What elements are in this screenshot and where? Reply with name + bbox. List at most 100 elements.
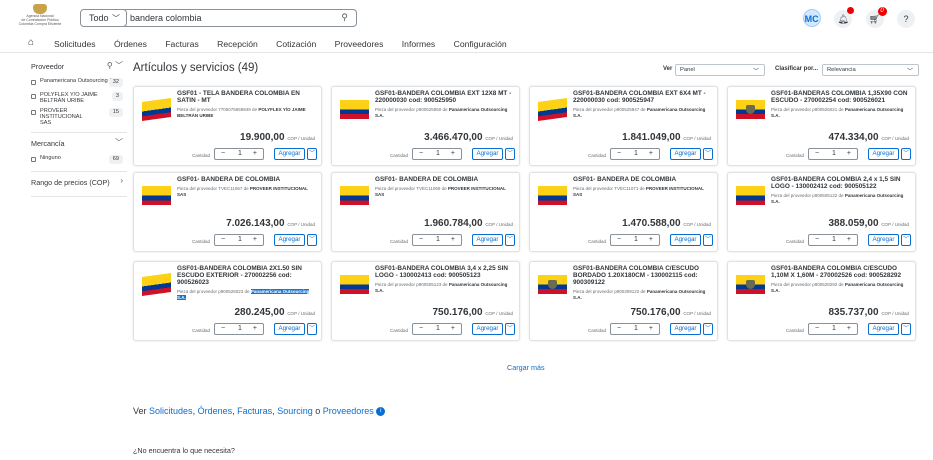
increment-button[interactable]: +	[253, 236, 257, 243]
sort-select[interactable]: Relevancia ﹀	[822, 64, 919, 76]
filter-supplier-item[interactable]: PROVEER INSTITUCIONAL SAS 15	[31, 108, 123, 126]
link-sourcing[interactable]: Sourcing	[277, 406, 313, 416]
nav-configuracion[interactable]: Configuración	[454, 39, 507, 49]
add-to-cart-button[interactable]: Agregar	[868, 234, 899, 246]
quantity-stepper[interactable]: − 1 +	[412, 234, 462, 246]
decrement-button[interactable]: −	[815, 236, 819, 243]
link-ordenes[interactable]: Órdenes	[198, 406, 233, 416]
product-title[interactable]: GSF01-BANDERA COLOMBIA C/ESCUDO BORDADO …	[573, 265, 713, 286]
add-to-cart-button[interactable]: Agregar	[472, 234, 503, 246]
nav-cotizacion[interactable]: Cotización	[276, 39, 316, 49]
increment-button[interactable]: +	[451, 150, 455, 157]
quantity-stepper[interactable]: − 1 +	[214, 323, 264, 335]
add-to-cart-button[interactable]: Agregar	[868, 323, 899, 335]
add-options-dropdown[interactable]: ﹀	[505, 234, 515, 246]
add-options-dropdown[interactable]: ﹀	[703, 323, 713, 335]
add-to-cart-button[interactable]: Agregar	[670, 234, 701, 246]
bell-icon[interactable]: 🔔︎	[834, 7, 855, 28]
product-card[interactable]: GSF01- BANDERA DE COLOMBIA Pieza del prov…	[133, 172, 322, 252]
quantity-value[interactable]: 1	[832, 236, 836, 243]
decrement-button[interactable]: −	[221, 236, 225, 243]
info-icon[interactable]: i	[376, 407, 386, 416]
product-image[interactable]	[340, 186, 369, 205]
decrement-button[interactable]: −	[419, 236, 423, 243]
avatar[interactable]: MC	[802, 9, 821, 27]
add-to-cart-button[interactable]: Agregar	[274, 234, 305, 246]
view-select[interactable]: Panel ﹀	[675, 64, 765, 76]
add-options-dropdown[interactable]: ﹀	[307, 323, 317, 335]
product-card[interactable]: GSF01- BANDERA DE COLOMBIA Pieza del prov…	[529, 172, 718, 252]
product-image[interactable]	[142, 272, 171, 297]
quantity-value[interactable]: 1	[832, 325, 836, 332]
product-card[interactable]: GSF01-BANDERA COLOMBIA C/ESCUDO 1,10M X …	[727, 261, 916, 341]
quantity-value[interactable]: 1	[238, 150, 242, 157]
product-title[interactable]: GSF01- BANDERA DE COLOMBIA	[177, 176, 317, 183]
quantity-value[interactable]: 1	[436, 150, 440, 157]
product-card[interactable]: GSF01-BANDERA COLOMBIA 3,4 x 2,25 SIN LO…	[331, 261, 520, 341]
checkbox[interactable]	[31, 80, 36, 85]
search-icon[interactable]: ⚲	[341, 12, 348, 23]
increment-button[interactable]: +	[253, 150, 257, 157]
decrement-button[interactable]: −	[419, 325, 423, 332]
decrement-button[interactable]: −	[221, 150, 225, 157]
product-title[interactable]: GSF01-BANDERAS COLOMBIA 1,35X90 CON ESCU…	[771, 90, 911, 104]
decrement-button[interactable]: −	[617, 236, 621, 243]
add-to-cart-button[interactable]: Agregar	[670, 323, 701, 335]
product-image[interactable]	[538, 275, 567, 294]
quantity-stepper[interactable]: − 1 +	[808, 234, 858, 246]
add-options-dropdown[interactable]: ﹀	[901, 234, 911, 246]
decrement-button[interactable]: −	[419, 150, 423, 157]
increment-button[interactable]: +	[253, 325, 257, 332]
quantity-value[interactable]: 1	[238, 236, 242, 243]
add-options-dropdown[interactable]: ﹀	[505, 148, 515, 160]
add-to-cart-button[interactable]: Agregar	[472, 323, 503, 335]
filter-supplier-item[interactable]: Panamericana Outsourcing S.A. 32	[31, 78, 127, 88]
help-icon[interactable]: ?	[897, 10, 915, 28]
product-image[interactable]	[538, 97, 567, 122]
quantity-value[interactable]: 1	[634, 325, 638, 332]
home-icon[interactable]: ⌂	[28, 37, 34, 48]
quantity-stepper[interactable]: − 1 +	[214, 234, 264, 246]
nav-solicitudes[interactable]: Solicitudes	[54, 39, 96, 49]
product-image[interactable]	[538, 186, 567, 205]
add-to-cart-button[interactable]: Agregar	[274, 148, 305, 160]
link-facturas[interactable]: Facturas	[237, 406, 272, 416]
add-options-dropdown[interactable]: ﹀	[901, 323, 911, 335]
quantity-value[interactable]: 1	[436, 236, 440, 243]
quantity-stepper[interactable]: − 1 +	[808, 323, 858, 335]
agency-logo[interactable]: Agencia Nacional de Contratación Pública…	[10, 4, 70, 30]
product-card[interactable]: GSF01-BANDERA COLOMBIA EXT 6X4 MT - 2200…	[529, 86, 718, 166]
checkbox[interactable]	[31, 157, 36, 162]
filter-supplier-item[interactable]: POLYFLEX Y/O JAIME BELTRÁN URIBE 3	[31, 92, 123, 104]
cart-icon[interactable]: 🛒︎ 0	[865, 7, 887, 28]
product-image[interactable]	[340, 275, 369, 294]
quantity-stepper[interactable]: − 1 +	[610, 148, 660, 160]
add-options-dropdown[interactable]: ﹀	[307, 148, 317, 160]
decrement-button[interactable]: −	[617, 150, 621, 157]
quantity-value[interactable]: 1	[832, 150, 836, 157]
decrement-button[interactable]: −	[221, 325, 225, 332]
product-image[interactable]	[142, 186, 171, 205]
quantity-value[interactable]: 1	[634, 236, 638, 243]
product-card[interactable]: GSF01 - TELA BANDERA COLOMBIA EN SATIN -…	[133, 86, 322, 166]
increment-button[interactable]: +	[847, 150, 851, 157]
quantity-stepper[interactable]: − 1 +	[610, 234, 660, 246]
add-options-dropdown[interactable]: ﹀	[703, 148, 713, 160]
product-image[interactable]	[736, 275, 765, 294]
product-title[interactable]: GSF01-BANDERA COLOMBIA EXT 12X8 MT - 220…	[375, 90, 515, 104]
increment-button[interactable]: +	[451, 325, 455, 332]
increment-button[interactable]: +	[649, 236, 653, 243]
nav-proveedores[interactable]: Proveedores	[335, 39, 384, 49]
quantity-value[interactable]: 1	[634, 150, 638, 157]
checkbox[interactable]	[31, 110, 36, 115]
quantity-stepper[interactable]: − 1 +	[214, 148, 264, 160]
nav-facturas[interactable]: Facturas	[165, 39, 198, 49]
product-card[interactable]: GSF01-BANDERA COLOMBIA 2,4 x 1,5 SIN LOG…	[727, 172, 916, 252]
quantity-stepper[interactable]: − 1 +	[808, 148, 858, 160]
search-scope-select[interactable]: Todo ﹀	[80, 9, 127, 27]
link-solicitudes[interactable]: Solicitudes	[149, 406, 193, 416]
filter-mercancia-item[interactable]: Ninguno 69	[31, 155, 127, 165]
product-image[interactable]	[142, 97, 171, 122]
decrement-button[interactable]: −	[617, 325, 621, 332]
increment-button[interactable]: +	[847, 236, 851, 243]
